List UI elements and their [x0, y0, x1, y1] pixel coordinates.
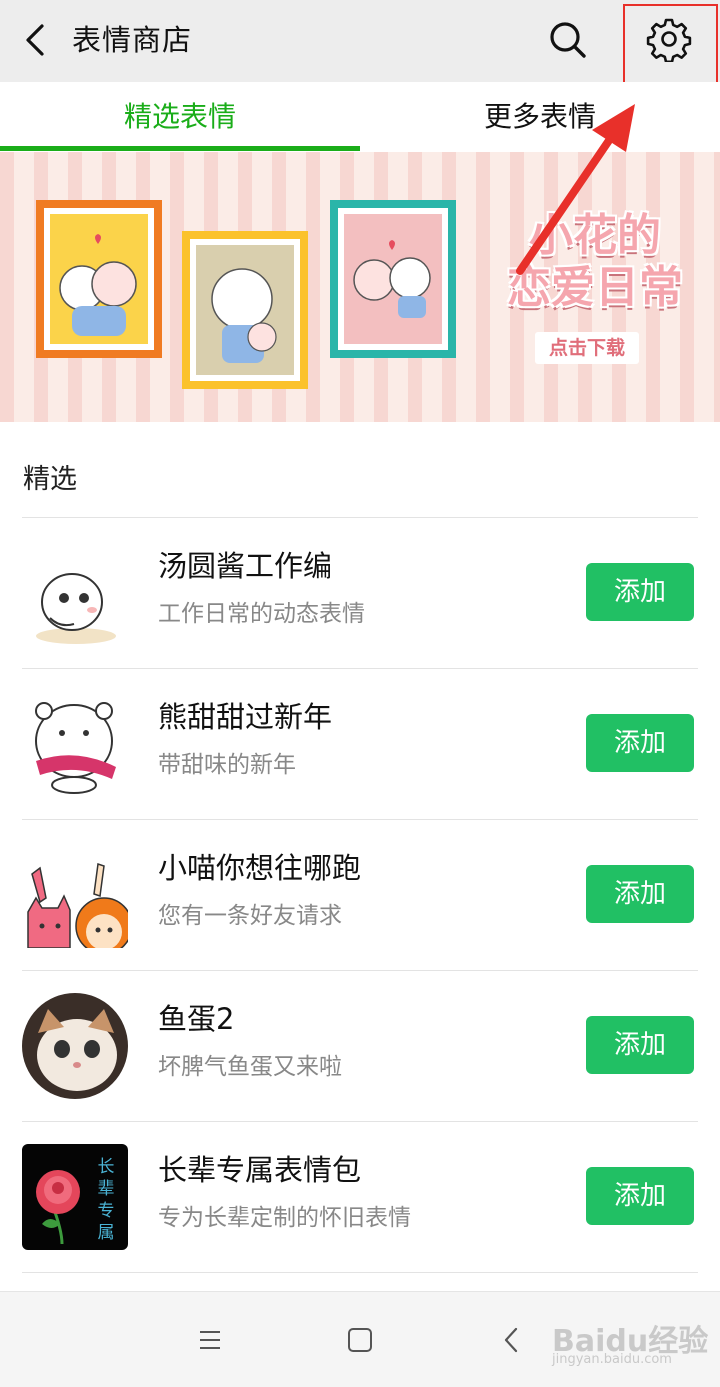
thumb-text-3: 专	[98, 1201, 115, 1221]
tab-active-indicator	[0, 146, 360, 151]
item-name: 熊甜甜过新年	[158, 700, 333, 734]
nav-back-icon[interactable]	[492, 1320, 532, 1360]
thumb-text-1: 长	[98, 1157, 115, 1177]
item-name: 小喵你想往哪跑	[158, 851, 362, 885]
item-name: 鱼蛋2	[158, 1002, 235, 1036]
sticker-thumbnail	[36, 573, 116, 644]
back-arrow-icon[interactable]	[18, 18, 52, 62]
list-item[interactable]: 熊甜甜过新年 带甜味的新年 添加	[0, 669, 720, 819]
section-title: 精选	[23, 464, 77, 495]
sticker-thumbnail	[27, 863, 128, 948]
banner-frame-orange	[36, 200, 162, 358]
list-item[interactable]: 鱼蛋2 坏脾气鱼蛋又来啦 添加	[0, 971, 720, 1121]
red-pointer-arrow	[516, 104, 635, 275]
list-item[interactable]: 小喵你想往哪跑 您有一条好友请求 添加	[0, 820, 720, 970]
banner-frame-teal	[330, 200, 456, 358]
sticker-thumbnail: 长 辈 专 属	[22, 1144, 128, 1250]
page-title: 表情商店	[72, 23, 193, 57]
menu-icon[interactable]	[190, 1320, 230, 1360]
item-description: 专为长辈定制的怀旧表情	[158, 1205, 411, 1231]
banner-download-button[interactable]: 点击下载	[535, 332, 639, 364]
banner-frame-yellow	[182, 231, 308, 389]
watermark-url: jingyan.baidu.com	[552, 1352, 672, 1367]
top-bar: 表情商店	[0, 0, 720, 82]
tab-featured[interactable]: 精选表情	[0, 82, 360, 152]
item-description: 工作日常的动态表情	[158, 601, 365, 627]
item-description: 带甜味的新年	[158, 752, 296, 778]
add-button[interactable]: 添加	[586, 714, 694, 772]
item-name: 长辈专属表情包	[158, 1153, 362, 1187]
thumb-text-2: 辈	[98, 1179, 115, 1199]
add-button[interactable]: 添加	[586, 865, 694, 923]
sticker-thumbnail	[22, 993, 128, 1099]
sticker-thumbnail	[35, 702, 116, 794]
search-icon[interactable]	[546, 18, 590, 62]
divider	[22, 1272, 698, 1273]
add-button[interactable]: 添加	[586, 1167, 694, 1225]
add-button[interactable]: 添加	[586, 563, 694, 621]
thumb-text-4: 属	[98, 1223, 115, 1243]
list-item[interactable]: 汤圆酱工作编 工作日常的动态表情 添加	[0, 518, 720, 668]
settings-highlight-box	[623, 4, 718, 86]
list-item[interactable]: 长 辈 专 属 长辈专属表情包 专为长辈定制的怀旧表情 添加	[0, 1122, 720, 1272]
add-button[interactable]: 添加	[586, 1016, 694, 1074]
item-name: 汤圆酱工作编	[158, 549, 333, 583]
item-description: 坏脾气鱼蛋又来啦	[158, 1054, 342, 1080]
home-icon[interactable]	[340, 1320, 380, 1360]
item-description: 您有一条好友请求	[158, 903, 342, 929]
